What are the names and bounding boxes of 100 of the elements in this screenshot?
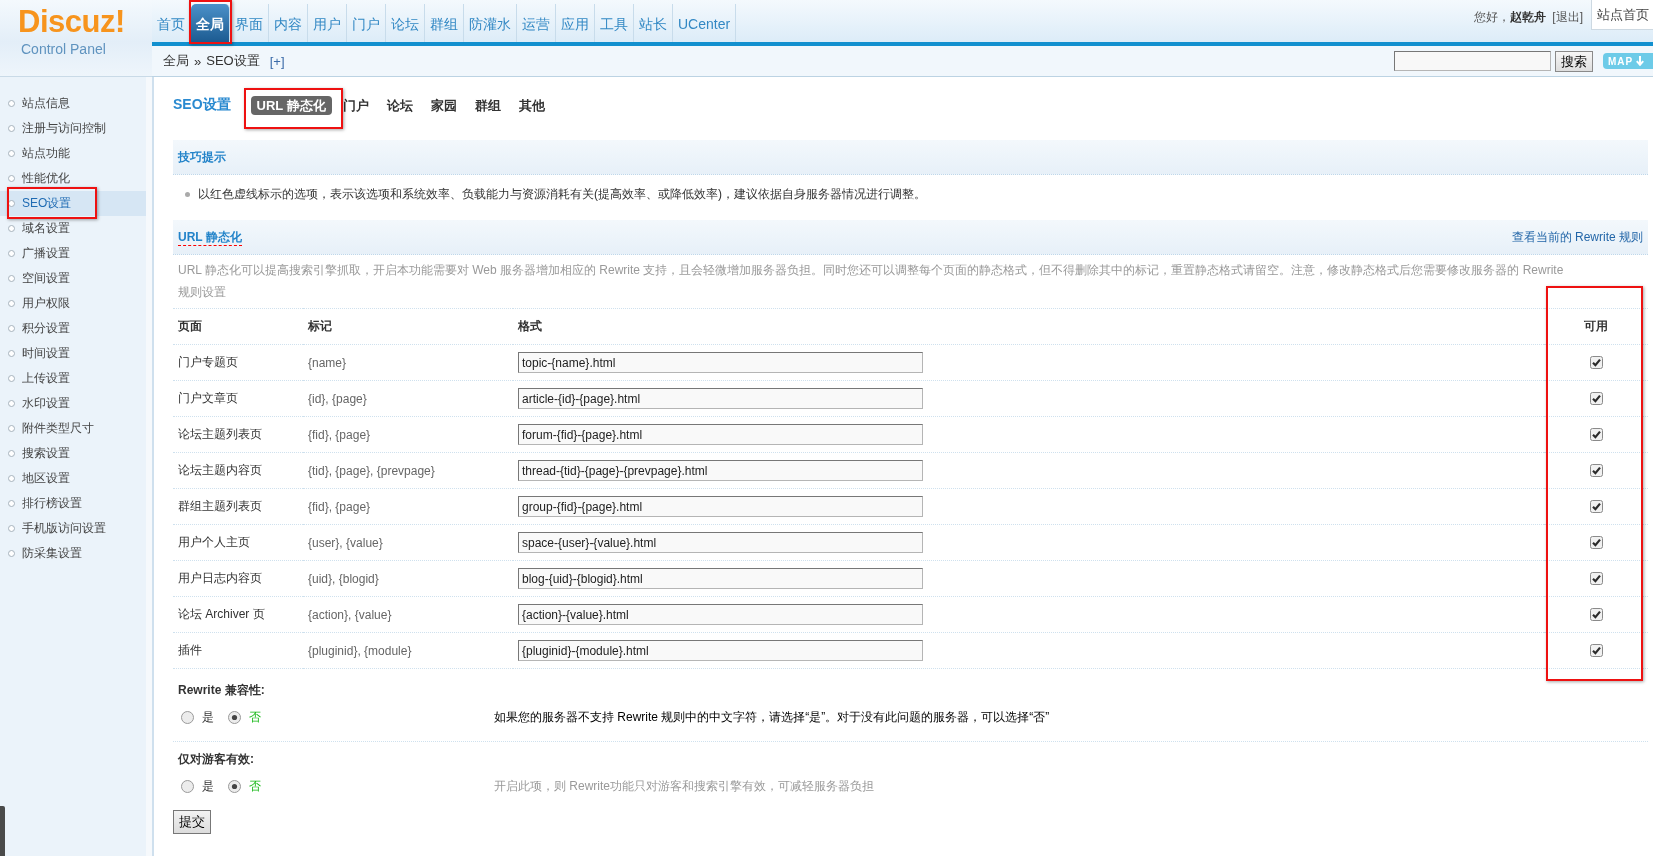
site-home-button[interactable]: 站点首页 — [1591, 0, 1653, 30]
format-field[interactable]: space-{user}-{value}.html — [518, 532, 923, 553]
sidebar-item[interactable]: SEO设置 — [0, 191, 146, 216]
bullet-icon — [8, 175, 15, 182]
sidebar-item[interactable]: 水印设置 — [0, 391, 146, 416]
search-field[interactable] — [1394, 51, 1551, 71]
format-field[interactable]: blog-{uid}-{blogid}.html — [518, 568, 923, 589]
tab[interactable]: 群组 — [465, 95, 510, 115]
checkbox[interactable] — [1589, 428, 1603, 441]
logout-link[interactable]: [退出] — [1552, 9, 1583, 25]
radio-button[interactable] — [181, 710, 194, 724]
tab[interactable]: 门户 — [333, 95, 378, 115]
logo-subtitle: Control Panel — [20, 40, 106, 58]
sidebar-item[interactable]: 域名设置 — [0, 216, 146, 241]
format-field[interactable]: {pluginid}-{module}.html — [518, 640, 923, 661]
rewrite-rules-link[interactable]: 查看当前的 Rewrite 规则 — [1511, 228, 1643, 246]
checkbox[interactable] — [1589, 644, 1603, 657]
bullet-icon — [8, 350, 15, 357]
sidebar-item[interactable]: 搜索设置 — [0, 441, 146, 466]
column-header: 格式 — [513, 308, 1544, 345]
column-header: 可用 — [1544, 308, 1648, 345]
table-cell: 插件 — [173, 632, 303, 669]
checkbox[interactable] — [1589, 356, 1603, 369]
setting-tip: 开启此项，则 Rewrite功能只对游客和搜索引擎有效，可减轻服务器负担 — [494, 777, 874, 795]
bullet-icon — [8, 125, 15, 132]
tab[interactable]: 家园 — [421, 95, 466, 115]
table-cell: 论坛主题内容页 — [173, 452, 303, 489]
table-cell: {user}, {value} — [303, 524, 513, 561]
table-cell: {pluginid}, {module} — [303, 632, 513, 669]
format-field[interactable]: group-{fid}-{page}.html — [518, 496, 923, 517]
checkbox[interactable] — [1589, 464, 1603, 477]
expand-link[interactable]: [+] — [269, 53, 285, 69]
table-cell: {name} — [303, 344, 513, 381]
table-cell: {id}, {page} — [303, 380, 513, 417]
radio-button[interactable] — [181, 779, 194, 793]
table-cell: 门户专题页 — [173, 344, 303, 381]
checkbox[interactable] — [1589, 500, 1603, 513]
format-field[interactable]: topic-{name}.html — [518, 352, 923, 373]
setting-label: 仅对游客有效: — [176, 751, 254, 768]
table-cell: 群组主题列表页 — [173, 488, 303, 525]
checkbox[interactable] — [1589, 572, 1603, 585]
table-cell: 用户日志内容页 — [173, 560, 303, 597]
option-label[interactable]: 是 — [202, 708, 214, 726]
description-text: URL 静态化可以提高搜索引擎抓取，开启本功能需要对 Web 服务器增加相应的 Rewrite 支持，且会轻微增加服务器负担。同时您还可以调整每个页面的静态格式，但不得删除其中的标记，重置静态格式请留空。注意，修改静态格式后您需要修改服务器的 Rewrite 规则设置 — [177, 262, 1565, 301]
sidebar-item[interactable]: 站点信息 — [0, 91, 146, 116]
sidebar-item[interactable]: 空间设置 — [0, 266, 146, 291]
sidebar-item[interactable]: 注册与访问控制 — [0, 116, 146, 141]
sidebar-item[interactable]: 上传设置 — [0, 366, 146, 391]
table-cell: {tid}, {page}, {prevpage} — [303, 452, 513, 489]
sidebar-item[interactable]: 时间设置 — [0, 341, 146, 366]
sidebar-item[interactable]: 广播设置 — [0, 241, 146, 266]
table-cell: {fid}, {page} — [303, 416, 513, 453]
bullet-icon — [8, 550, 15, 557]
bullet-icon — [8, 450, 15, 457]
checkbox[interactable] — [1589, 608, 1603, 621]
format-field[interactable]: thread-{tid}-{page}-{prevpage}.html — [518, 460, 923, 481]
bullet-icon — [8, 475, 15, 482]
sidebar-item[interactable]: 附件类型尺寸 — [0, 416, 146, 441]
checkbox[interactable] — [1589, 536, 1603, 549]
sidebar-item[interactable]: 用户权限 — [0, 291, 146, 316]
sidebar-item[interactable]: 积分设置 — [0, 316, 146, 341]
bullet-icon — [8, 100, 15, 107]
tab[interactable]: 其他 — [509, 95, 554, 115]
breadcrumb-item: SEO设置 — [206, 52, 260, 70]
column-header: 标记 — [303, 308, 513, 345]
setting-label: Rewrite 兼容性: — [177, 682, 265, 699]
bullet-icon — [8, 400, 15, 407]
edge-bar — [0, 806, 5, 856]
bullet-icon — [8, 150, 15, 157]
bullet-icon — [8, 200, 15, 207]
table-cell: {uid}, {blogid} — [303, 560, 513, 597]
breadcrumb-separator: » — [194, 53, 202, 69]
sidebar-item[interactable]: 手机版访问设置 — [0, 516, 146, 541]
option-label[interactable]: 是 — [202, 777, 214, 795]
format-field[interactable]: article-{id}-{page}.html — [518, 388, 923, 409]
format-field[interactable]: forum-{fid}-{page}.html — [518, 424, 923, 445]
sidebar-item[interactable]: 站点功能 — [0, 141, 146, 166]
sidebar-item[interactable]: 地区设置 — [0, 466, 146, 491]
tab[interactable]: URL 静态化 — [250, 95, 332, 115]
sidebar-item[interactable]: 排行榜设置 — [0, 491, 146, 516]
arrow-down-icon — [1636, 56, 1645, 66]
sidebar-item[interactable]: 性能优化 — [0, 166, 146, 191]
radio-button[interactable] — [228, 779, 241, 793]
format-field[interactable]: {action}-{value}.html — [518, 604, 923, 625]
breadcrumb-item: 全局 — [163, 52, 189, 70]
greeting-text: 您好，赵乾舟 — [1474, 9, 1547, 25]
tab[interactable]: 论坛 — [377, 95, 422, 115]
submit-button[interactable]: 提交 — [173, 810, 211, 834]
section-title: URL 静态化 — [178, 228, 242, 246]
bullet-icon — [8, 375, 15, 382]
search-button[interactable]: 搜索 — [1555, 50, 1593, 72]
bullet-icon — [8, 275, 15, 282]
bullet-icon — [8, 425, 15, 432]
table-cell: 门户文章页 — [173, 380, 303, 417]
sidebar-item[interactable]: 防采集设置 — [0, 541, 146, 566]
radio-button[interactable] — [228, 710, 241, 724]
bullet-icon — [8, 300, 15, 307]
nav-tab[interactable]: 全局 — [191, 4, 230, 42]
checkbox[interactable] — [1589, 392, 1603, 405]
section-title: 技巧提示 — [178, 149, 226, 165]
